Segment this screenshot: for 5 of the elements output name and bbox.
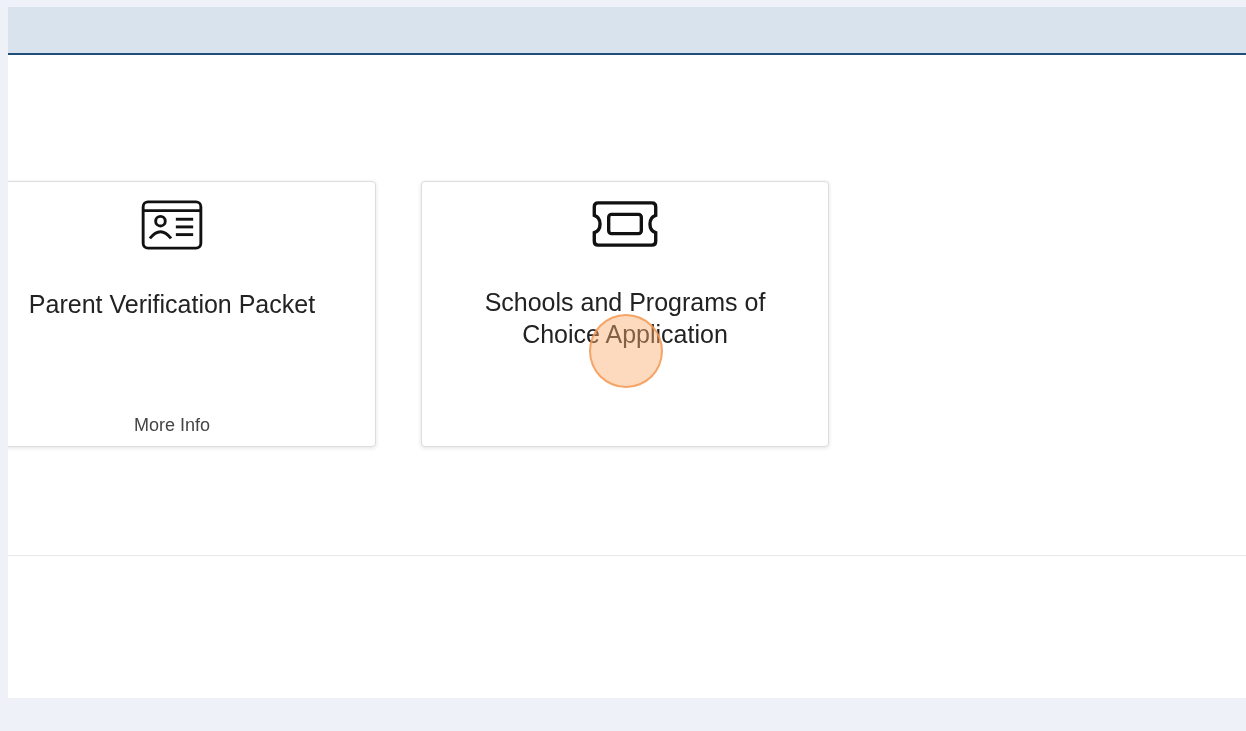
id-card-icon — [141, 200, 203, 250]
ticket-icon — [590, 200, 660, 248]
application-card[interactable]: Parent Verification Packet More Info — [8, 181, 376, 447]
more-info-link[interactable]: More Info — [133, 415, 210, 436]
card-title: Parent Verification Packet — [28, 289, 316, 320]
